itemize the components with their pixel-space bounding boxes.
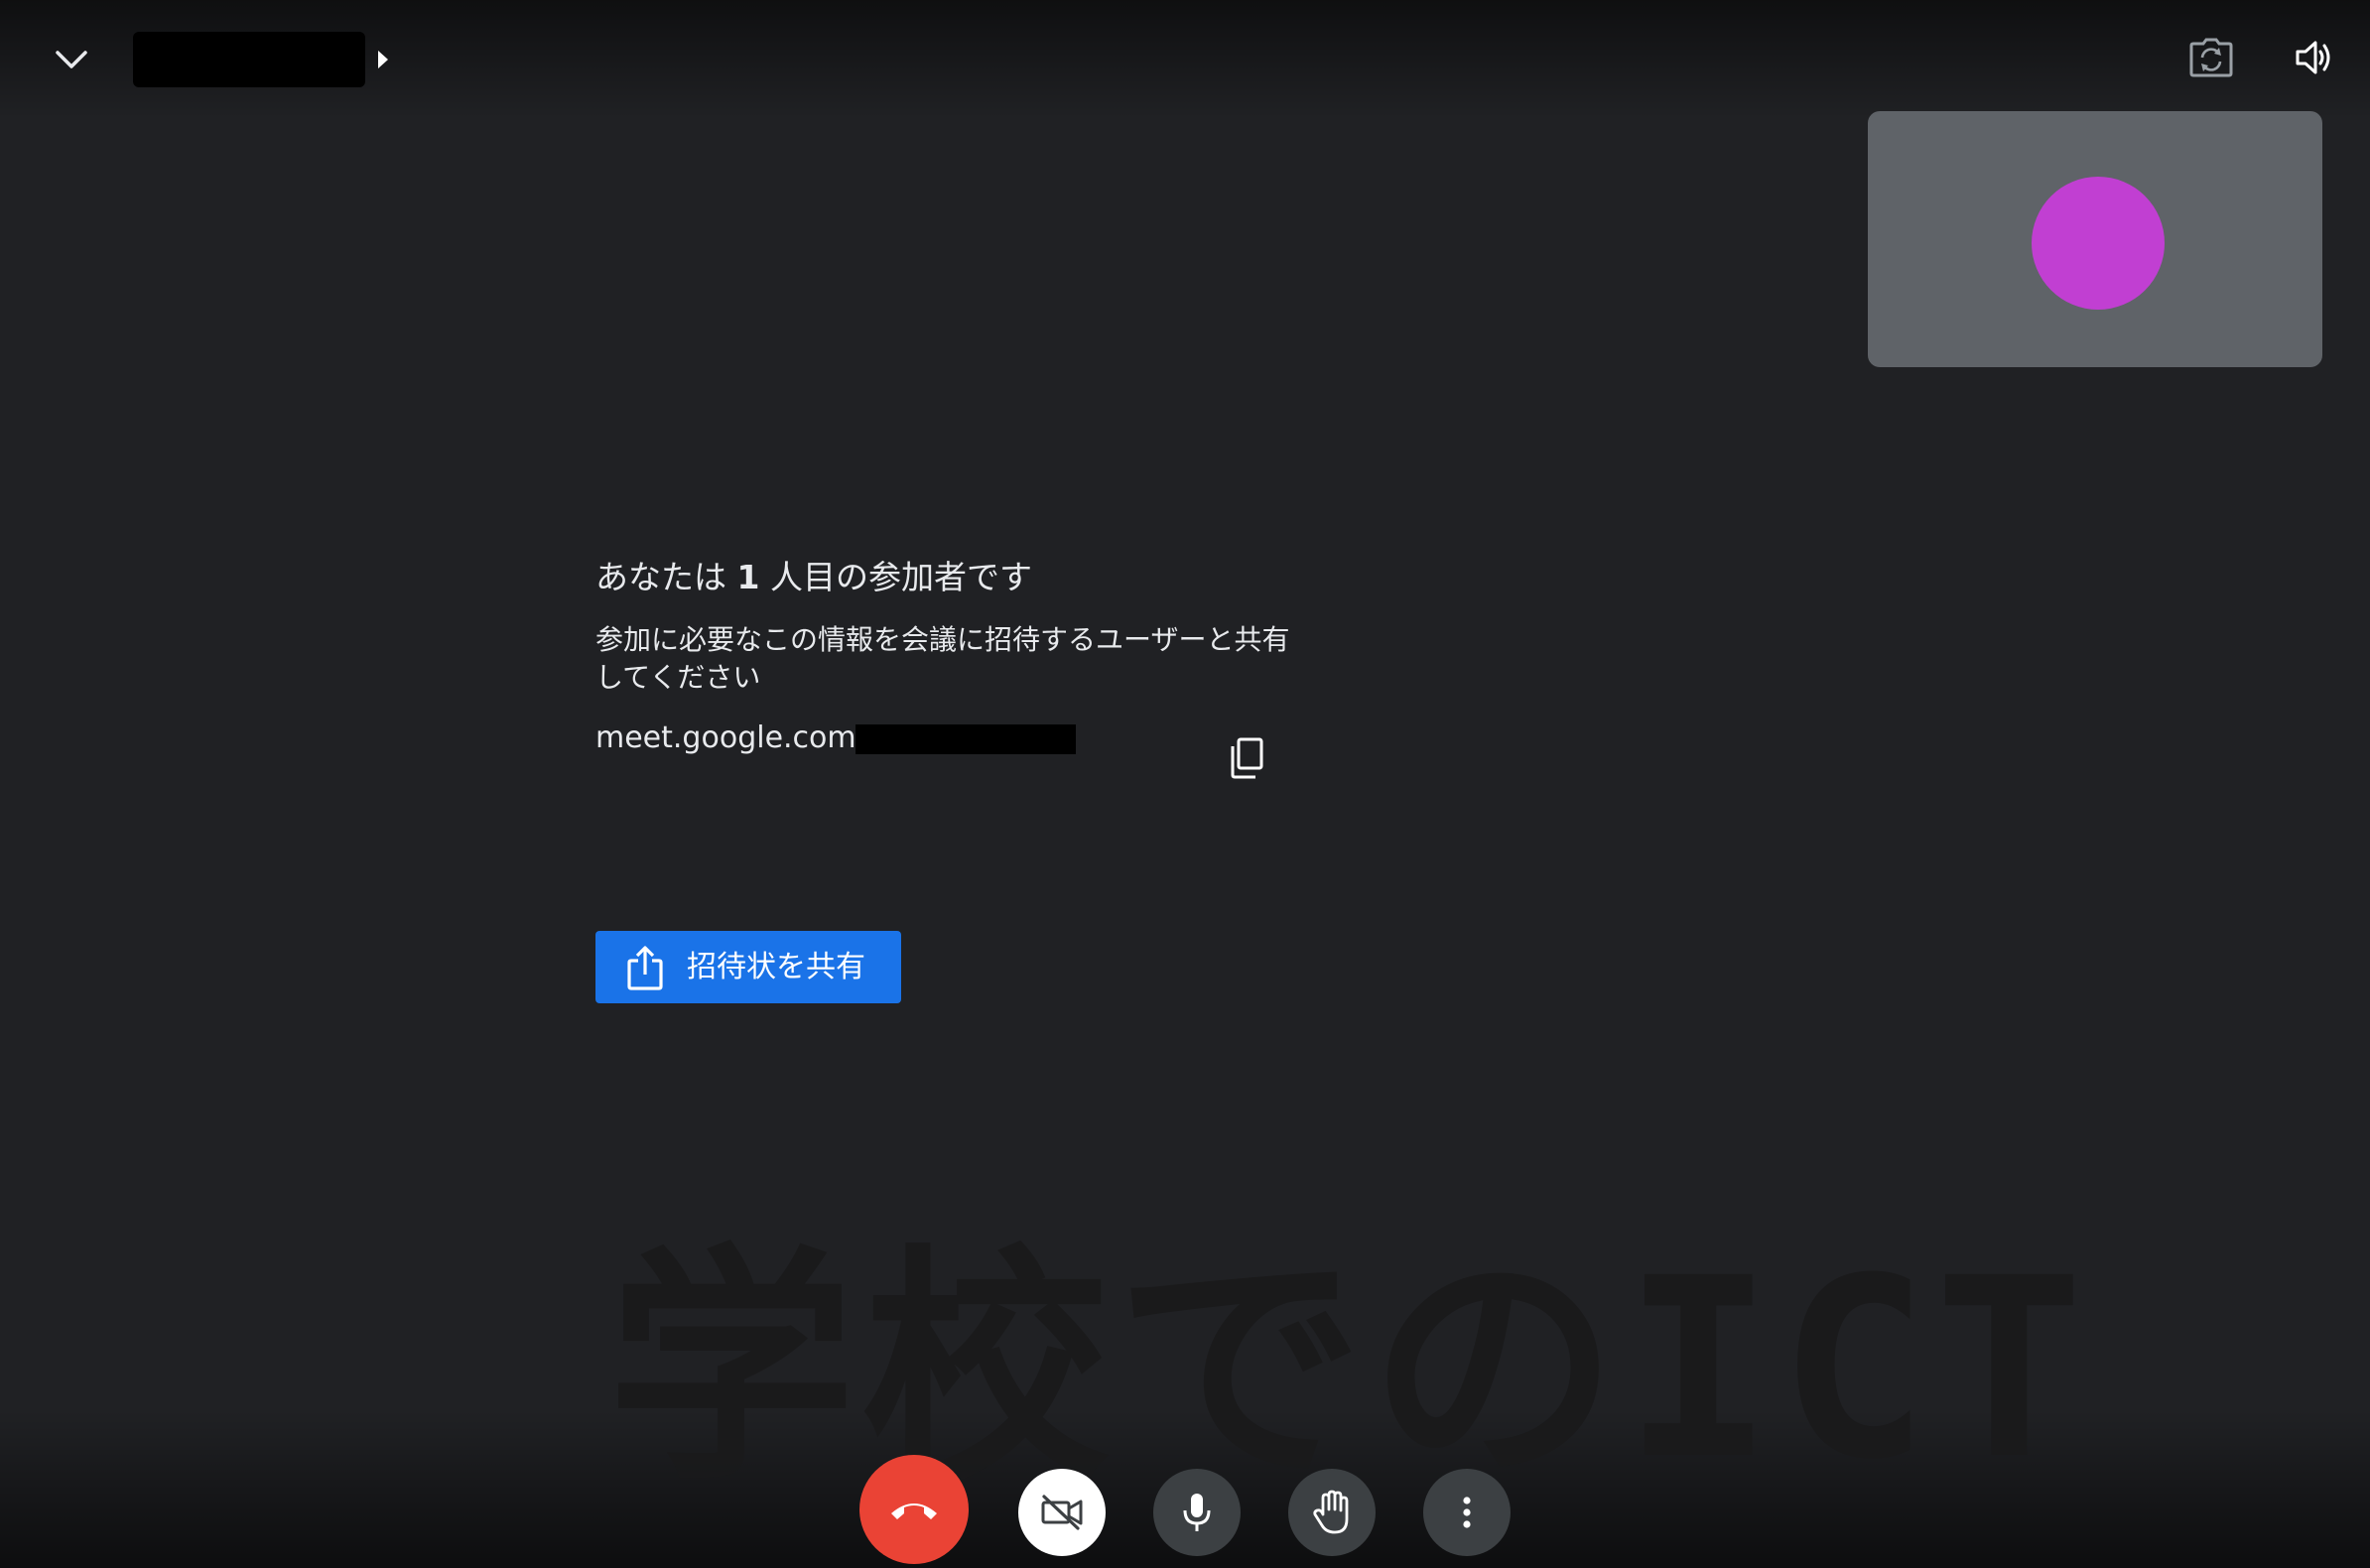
share-invite-button[interactable]: 招待状を共有 [595,931,901,1003]
meet-call-screen: あなたは 1 人目の参加者です 参加に必要なこの情報を会議に招待するユーザーと共… [0,0,2370,1568]
meeting-title-redacted[interactable] [133,32,365,87]
share-icon [627,946,663,990]
triangle-right-icon [378,51,388,68]
speaker-button[interactable] [2279,26,2350,89]
phone-hangup-icon [891,1503,937,1519]
avatar [2032,177,2165,310]
speaker-icon [2296,41,2330,74]
more-vert-icon [1463,1497,1471,1528]
participant-count: 1 [736,558,760,596]
meeting-details-toggle[interactable] [369,40,397,79]
microphone-button[interactable] [1153,1469,1241,1556]
info-description: 参加に必要なこの情報を会議に招待するユーザーと共有してください [595,623,1290,694]
info-heading: あなたは 1 人目の参加者です [595,556,1290,599]
copy-link-button[interactable] [1219,730,1274,786]
switch-camera-icon [2189,38,2233,77]
microphone-icon [1183,1494,1211,1531]
raise-hand-button[interactable] [1288,1469,1376,1556]
chevron-down-icon [56,51,87,68]
background-watermark: 学校でのICT [607,1225,2090,1513]
meet-link-text[interactable]: meet.google.com/ [595,719,866,758]
more-options-button[interactable] [1423,1469,1511,1556]
camera-toggle-button[interactable] [1018,1469,1106,1556]
copy-icon [1231,737,1263,779]
self-view-tile[interactable] [1868,111,2322,367]
meet-link-row: meet.google.com/ [595,719,1290,779]
meeting-info-panel: あなたは 1 人目の参加者です 参加に必要なこの情報を会議に招待するユーザーと共… [595,556,1290,779]
camera-off-icon [1041,1495,1083,1530]
raise-hand-icon [1313,1490,1349,1534]
meet-code-redacted [856,724,1076,754]
share-invite-label: 招待状を共有 [687,950,865,984]
switch-camera-button[interactable] [2175,26,2247,89]
leave-call-button[interactable] [859,1455,969,1564]
info-heading-suffix: 人目の参加者です [759,558,1032,596]
info-heading-prefix: あなたは [595,558,737,596]
collapse-button[interactable] [40,28,103,91]
